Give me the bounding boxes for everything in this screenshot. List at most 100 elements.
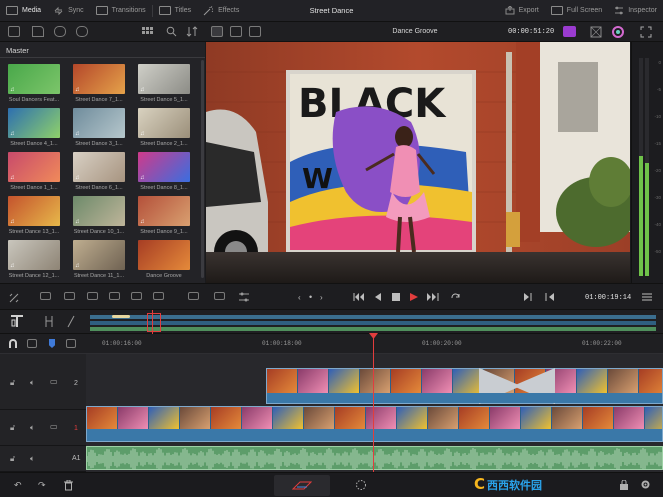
lock-icon[interactable]: 🔓︎ [10, 423, 15, 433]
media-pool-clip[interactable]: ♫ Street Dance 10_1... [73, 196, 125, 235]
meter-tick-label: -50 [654, 249, 661, 254]
media-pool-clip[interactable]: ♫ Street Dance 3_1... [73, 108, 125, 147]
a1-audio-clip[interactable] [86, 446, 663, 470]
media-pool-clip[interactable]: ♫ Street Dance 8_1... [138, 152, 190, 191]
settings-gear-icon[interactable] [640, 479, 651, 490]
play-icon[interactable] [410, 293, 418, 301]
media-pool-clip[interactable]: ♫ Street Dance 11_1... [73, 240, 125, 279]
v1-clip[interactable] [86, 406, 663, 442]
tab-effects[interactable]: Effects [197, 0, 245, 22]
media-pool-clip[interactable]: Dance Groove [138, 240, 190, 279]
trim-tool-icon[interactable] [44, 315, 54, 328]
redo-icon[interactable]: ↷ [38, 480, 46, 491]
append-icon[interactable] [153, 292, 164, 300]
monitor-icon[interactable]: ▭ [50, 422, 58, 431]
grid-view-icon[interactable] [142, 27, 153, 37]
speaker-icon[interactable]: 🔈︎ [30, 378, 35, 388]
unlink-icon[interactable] [76, 26, 88, 37]
insert-icon[interactable] [40, 292, 51, 300]
media-pool-clip[interactable]: ♫ Street Dance 7_1... [73, 64, 125, 103]
media-pool-clip[interactable]: ♫ Street Dance 13_1... [8, 196, 60, 235]
media-pool-clip[interactable]: ♫ Soul Dancers Feat... [8, 64, 60, 103]
monitor-icon[interactable]: ▭ [50, 377, 58, 386]
search-icon[interactable] [166, 26, 177, 37]
blade-tool-icon[interactable] [66, 315, 76, 328]
mark-in-icon[interactable] [524, 293, 533, 301]
media-pool-clip[interactable]: ♫ Street Dance 12_1... [8, 240, 60, 279]
viewer-mode-source-icon[interactable] [249, 26, 261, 37]
tab-titles[interactable]: Titles [153, 0, 197, 22]
clip-thumbnail: ♫ [138, 152, 190, 182]
filmstrip-frame [639, 369, 662, 393]
timeline-tracks[interactable]: 🔓︎ 🔈︎ ▭ 2 🔓︎ 🔈︎ ▭ 1 🔓︎ 🔈︎ A1 [0, 354, 663, 472]
linked-selection-icon[interactable] [27, 339, 37, 348]
sort-icon[interactable] [186, 26, 198, 37]
safe-area-icon[interactable] [590, 26, 602, 38]
media-pool-clip[interactable]: ♫ Street Dance 6_1... [73, 152, 125, 191]
video-viewer[interactable]: BLACK W [206, 42, 630, 283]
razor-icon[interactable] [8, 292, 20, 303]
magnet-snap-icon[interactable] [8, 339, 18, 349]
marker-flag-icon[interactable] [49, 339, 55, 348]
export-label: Export [518, 7, 539, 14]
bin-title[interactable]: Master [6, 46, 29, 55]
playhead-line[interactable] [373, 334, 374, 472]
lock-icon[interactable] [620, 480, 628, 490]
export-button[interactable]: Export [499, 0, 545, 22]
loop-icon[interactable] [450, 292, 461, 302]
select-tool-icon[interactable] [10, 315, 24, 328]
ripple-overwrite-icon[interactable] [188, 292, 199, 300]
cut-page-button[interactable] [274, 475, 330, 496]
media-pool-clip[interactable]: ♫ Street Dance 9_1... [138, 196, 190, 235]
viewer-mode-film-icon[interactable] [230, 26, 242, 37]
go-to-end-icon[interactable] [427, 293, 439, 301]
fit-to-fill-icon[interactable] [109, 292, 120, 300]
mini-playhead[interactable] [152, 310, 153, 334]
viewer-mode-image-icon[interactable] [211, 26, 223, 37]
timeline-name[interactable]: Dance Groove [380, 28, 450, 35]
replace-icon[interactable] [87, 292, 98, 300]
link-icon[interactable] [54, 26, 66, 37]
media-pool-clip[interactable]: ♫ Street Dance 5_1... [138, 64, 190, 103]
media-pool-scrollbar[interactable] [201, 60, 204, 278]
expand-icon[interactable] [640, 26, 652, 38]
place-on-top-icon[interactable] [131, 292, 142, 300]
media-pool-clip[interactable]: ♫ Street Dance 4_1... [8, 108, 60, 147]
undo-icon[interactable]: ↶ [14, 480, 22, 491]
v2-clip[interactable] [266, 368, 663, 404]
jog-dot-icon[interactable]: • [309, 292, 312, 302]
inspector-sliders-icon[interactable] [238, 291, 250, 303]
fairlight-dial-icon[interactable] [355, 479, 367, 491]
stop-icon[interactable] [392, 293, 400, 301]
next-frame-chevron-icon[interactable]: › [320, 293, 323, 302]
media-pool-clip[interactable]: ♫ Street Dance 2_1... [138, 108, 190, 147]
tab-transitions[interactable]: Transitions [90, 0, 152, 22]
media-pool-clip[interactable]: ♫ Street Dance 1_1... [8, 152, 60, 191]
tab-sync[interactable]: Sync [47, 0, 90, 22]
mini-view-window[interactable] [147, 313, 161, 332]
color-tag-icon[interactable] [563, 26, 576, 37]
close-up-icon[interactable] [214, 292, 225, 300]
clip-thumbnail: ♫ [73, 152, 125, 182]
menu-icon[interactable] [642, 293, 652, 301]
mini-timeline[interactable] [0, 310, 663, 334]
previous-frame-chevron-icon[interactable]: ‹ [298, 293, 301, 302]
panel-toggle-icon[interactable] [8, 26, 20, 37]
trash-icon[interactable] [64, 480, 73, 491]
go-to-start-icon[interactable] [353, 293, 365, 301]
inspector-button[interactable]: Inspector [608, 0, 663, 22]
meter-tick-label: -10 [654, 114, 661, 119]
timeline-ruler[interactable]: 01:00:16:00 01:00:18:00 01:00:20:00 01:00:2… [0, 334, 663, 354]
lock-icon[interactable]: 🔓︎ [10, 454, 15, 464]
color-wheel-icon[interactable] [612, 26, 624, 38]
fullscreen-button[interactable]: Full Screen [545, 0, 608, 22]
overwrite-icon[interactable] [64, 292, 75, 300]
tab-media[interactable]: Media [0, 0, 47, 22]
position-lock-icon[interactable] [66, 339, 76, 348]
speaker-icon[interactable]: 🔈︎ [30, 454, 35, 464]
reverse-icon[interactable] [374, 293, 382, 301]
speaker-icon[interactable]: 🔈︎ [30, 423, 35, 433]
mark-out-icon[interactable] [545, 293, 554, 301]
import-media-icon[interactable] [32, 26, 44, 37]
lock-icon[interactable]: 🔓︎ [10, 378, 15, 388]
